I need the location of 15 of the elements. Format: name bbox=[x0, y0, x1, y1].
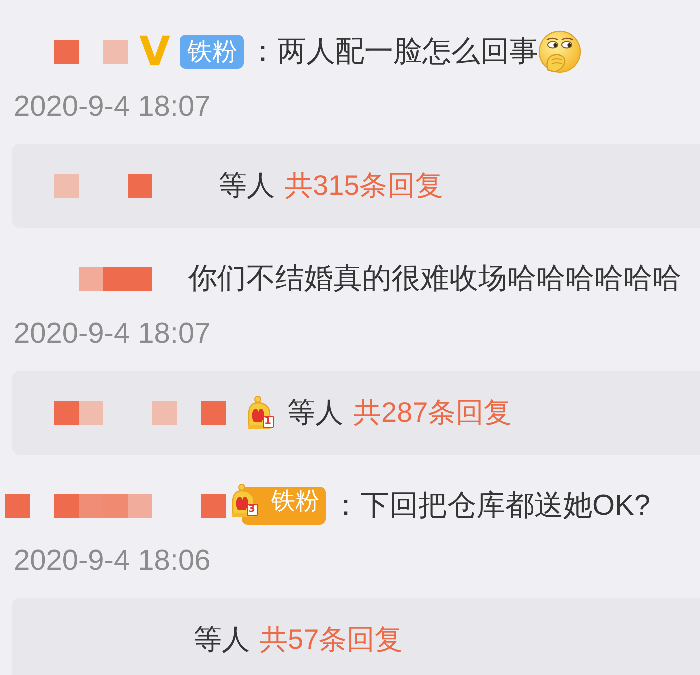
reply-count-link[interactable]: 共315条回复 bbox=[285, 167, 444, 205]
names-suffix-text: 等人 bbox=[194, 623, 250, 657]
rank-number: 1 bbox=[262, 416, 274, 428]
reply-count-link[interactable]: 共57条回复 bbox=[260, 621, 404, 659]
comment-time: 2020-9-4 18:07 bbox=[13, 317, 212, 351]
comment-time: 2020-9-4 18:07 bbox=[13, 90, 212, 124]
names-suffix-text: 等人 bbox=[288, 396, 344, 430]
comment-text: ：下回把仓库都送她OK? bbox=[332, 489, 651, 524]
verified-mark: V bbox=[140, 32, 170, 72]
comment-text: ：两人配一脸怎么回事 bbox=[248, 35, 538, 70]
names-suffix-text: 等人 bbox=[219, 169, 275, 203]
comment-time: 2020-9-4 18:06 bbox=[13, 544, 212, 578]
fan-badge: 铁粉 bbox=[180, 35, 244, 69]
comment-text: 你们不结婚真的很难收场哈哈哈哈哈哈 bbox=[188, 262, 682, 297]
reply-count-link[interactable]: 共287条回复 bbox=[354, 394, 512, 432]
